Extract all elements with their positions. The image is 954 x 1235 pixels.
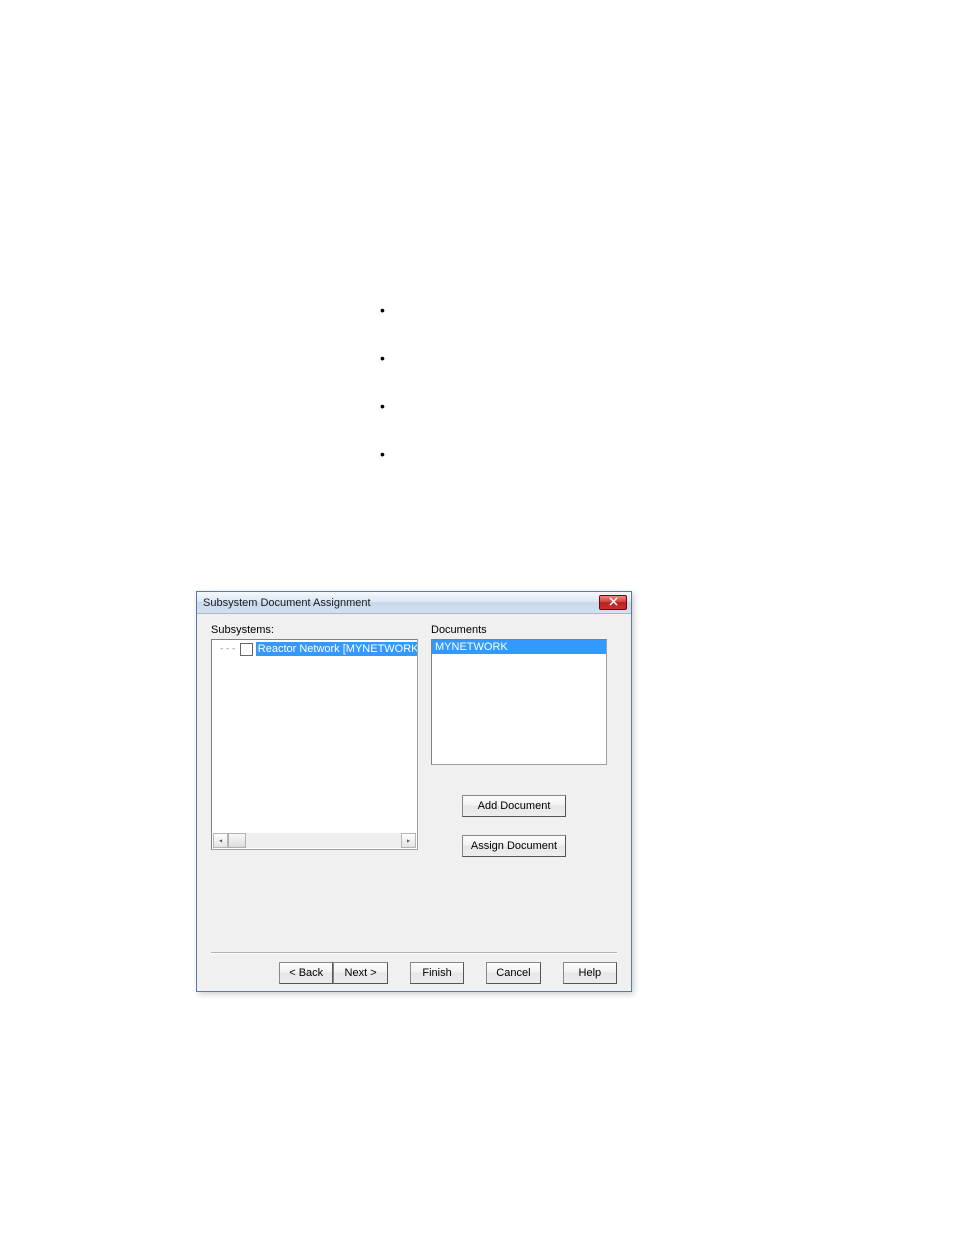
subsystems-label: Subsystems: bbox=[211, 624, 418, 636]
titlebar[interactable]: Subsystem Document Assignment bbox=[197, 592, 631, 614]
tree-connector-icon: --- bbox=[213, 644, 240, 654]
documents-panel: Documents MYNETWORK bbox=[431, 624, 617, 765]
scroll-track[interactable] bbox=[228, 833, 401, 848]
tree-item-label: Reactor Network [MYNETWORK] bbox=[256, 642, 417, 656]
help-button[interactable]: Help bbox=[563, 962, 617, 984]
bullet-item: • bbox=[380, 303, 385, 317]
next-button[interactable]: Next > bbox=[333, 962, 387, 984]
list-item[interactable]: MYNETWORK bbox=[432, 640, 606, 654]
scroll-right-arrow-icon[interactable]: ▸ bbox=[401, 833, 416, 848]
back-button[interactable]: < Back bbox=[279, 962, 333, 984]
horizontal-scrollbar[interactable]: ◂ ▸ bbox=[213, 833, 416, 848]
dialog-footer: < Back Next > Finish Cancel Help bbox=[197, 962, 631, 984]
tree-item[interactable]: --- Reactor Network [MYNETWORK] bbox=[213, 641, 416, 657]
dialog-title: Subsystem Document Assignment bbox=[203, 597, 599, 609]
close-button[interactable] bbox=[599, 595, 627, 610]
documents-list[interactable]: MYNETWORK bbox=[431, 639, 607, 765]
close-icon bbox=[609, 597, 618, 609]
documents-label: Documents bbox=[431, 624, 617, 636]
dialog-body: Subsystems: --- Reactor Network [MYNETWO… bbox=[197, 614, 631, 991]
scroll-thumb[interactable] bbox=[228, 833, 246, 848]
finish-button[interactable]: Finish bbox=[410, 962, 464, 984]
scroll-left-arrow-icon[interactable]: ◂ bbox=[213, 833, 228, 848]
add-document-button[interactable]: Add Document bbox=[462, 795, 566, 817]
assign-document-button[interactable]: Assign Document bbox=[462, 835, 566, 857]
subsystems-panel: Subsystems: --- Reactor Network [MYNETWO… bbox=[211, 624, 418, 850]
bullet-item: • bbox=[380, 447, 385, 461]
subsystem-document-assignment-dialog: Subsystem Document Assignment Subsystems… bbox=[196, 591, 632, 992]
list-item-label: MYNETWORK bbox=[435, 641, 508, 653]
bullet-item: • bbox=[380, 351, 385, 365]
subsystems-tree[interactable]: --- Reactor Network [MYNETWORK] ◂ ▸ bbox=[211, 639, 418, 850]
separator bbox=[211, 952, 617, 954]
tree-content: --- Reactor Network [MYNETWORK] bbox=[212, 640, 417, 835]
bullet-list: • • • • bbox=[380, 303, 385, 495]
bullet-item: • bbox=[380, 399, 385, 413]
cancel-button[interactable]: Cancel bbox=[486, 962, 540, 984]
tree-checkbox[interactable] bbox=[240, 643, 253, 656]
